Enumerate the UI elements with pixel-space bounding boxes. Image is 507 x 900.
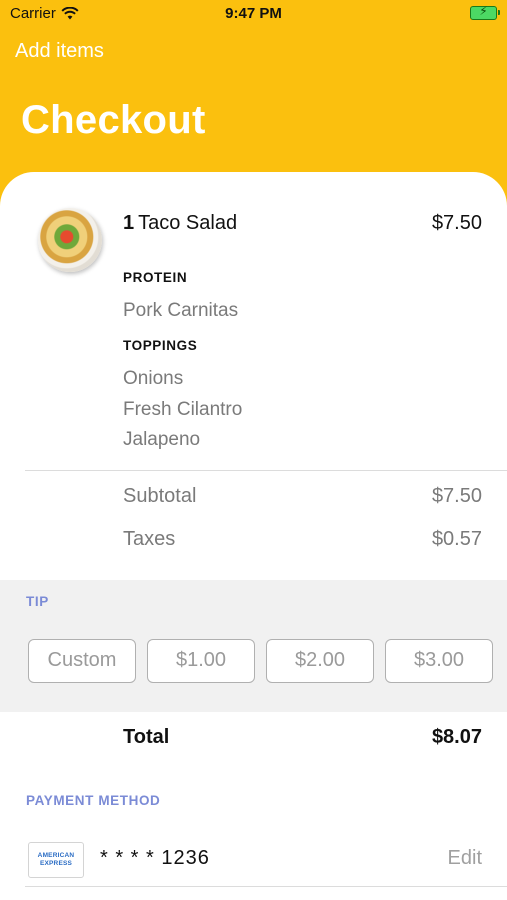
- taxes-value: $0.57: [431, 528, 482, 550]
- option-value: Pork Carnitas: [123, 300, 239, 321]
- option-value: Onions: [123, 368, 184, 389]
- total-value: $8.07: [431, 726, 482, 748]
- card-number: * * * * 1236: [100, 847, 210, 869]
- tip-3-button[interactable]: $3.00: [385, 639, 493, 683]
- add-items-back-button[interactable]: Add items: [15, 40, 104, 63]
- tip-label: TIP: [26, 594, 49, 609]
- item-quantity: 1: [123, 212, 135, 234]
- option-value: Fresh Cilantro: [123, 399, 243, 420]
- summary-divider: [25, 470, 507, 471]
- page-title: Checkout: [21, 98, 206, 142]
- subtotal-value: $7.50: [431, 485, 482, 507]
- status-time: 9:47 PM: [225, 5, 282, 22]
- tip-custom-button[interactable]: Custom: [28, 639, 136, 683]
- item-title: 1 Taco Salad: [123, 212, 237, 235]
- tip-2-button[interactable]: $2.00: [266, 639, 374, 683]
- taxes-label: Taxes: [123, 528, 176, 550]
- option-heading-protein: PROTEIN: [123, 270, 188, 285]
- tip-1-button[interactable]: $1.00: [147, 639, 255, 683]
- edit-payment-button[interactable]: Edit: [448, 847, 482, 870]
- item-name: Taco Salad: [138, 212, 238, 234]
- subtotal-label: Subtotal: [123, 485, 197, 507]
- option-heading-toppings: TOPPINGS: [123, 338, 198, 353]
- amex-card-icon: AMERICAN EXPRESS: [28, 842, 84, 878]
- payment-divider: [25, 886, 507, 887]
- taco-salad-image: [38, 208, 102, 272]
- status-bar: Carrier 9:47 PM ⚡: [0, 0, 507, 28]
- total-label: Total: [123, 726, 170, 748]
- order-sheet: [0, 172, 507, 900]
- payment-method-label: PAYMENT METHOD: [26, 793, 161, 808]
- item-price: $7.50: [431, 212, 482, 234]
- battery-charging-icon: ⚡: [470, 4, 500, 20]
- option-value: Jalapeno: [123, 429, 201, 450]
